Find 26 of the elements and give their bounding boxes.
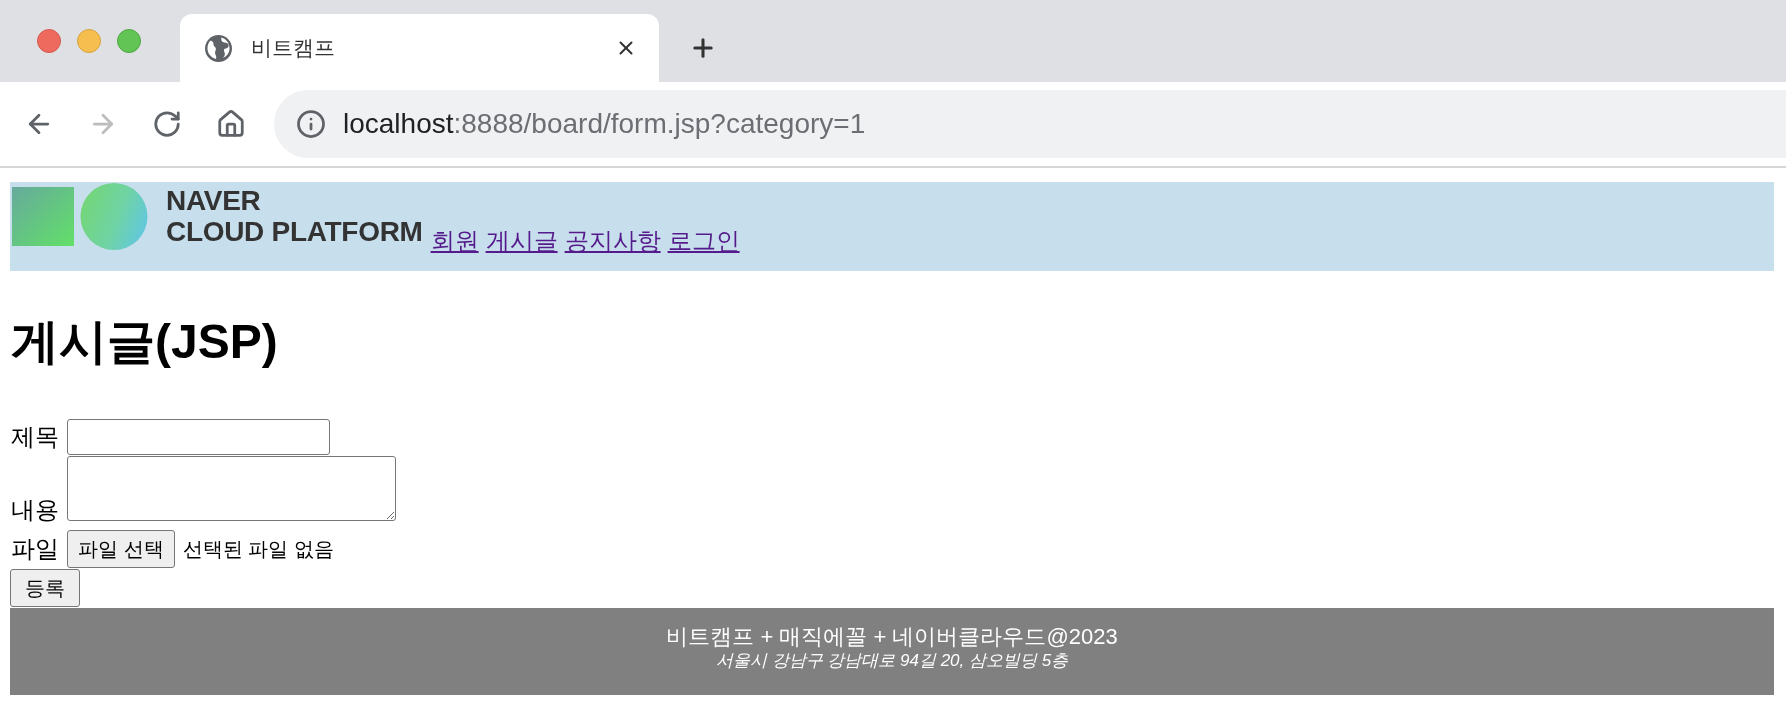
text-area[interactable] bbox=[67, 456, 396, 521]
nav-link[interactable]: 로그인 bbox=[667, 226, 740, 256]
reload-icon bbox=[152, 109, 182, 139]
page-heading: 게시글(JSP) bbox=[11, 314, 279, 370]
url-text: localhost:8888/board/form.jsp?category=1 bbox=[343, 107, 866, 141]
home-icon bbox=[216, 109, 246, 139]
nav-link[interactable]: 회원 bbox=[430, 226, 479, 256]
close-window-icon[interactable] bbox=[37, 29, 61, 53]
nav-link[interactable]: 게시글 bbox=[485, 226, 558, 256]
submit-button[interactable]: 등록 bbox=[10, 569, 80, 607]
logo-wordmark: NAVER bbox=[166, 185, 262, 216]
logo-icon bbox=[12, 183, 148, 250]
globe-icon bbox=[205, 34, 232, 62]
footer-address: 서울시 강남구 강남대로 94길 20, 삼오빌딩 5층 bbox=[715, 650, 1069, 672]
address-bar[interactable]: localhost:8888/board/form.jsp?category=1 bbox=[274, 90, 1786, 158]
logo-wordmark: CLOUD PLATFORM bbox=[166, 216, 423, 247]
file-choose-button[interactable]: 파일 선택 bbox=[67, 530, 175, 568]
file-status-text: 선택된 파일 없음 bbox=[182, 537, 334, 562]
field-label: 제목 bbox=[11, 422, 59, 452]
field-label: 내용 bbox=[11, 495, 59, 525]
footer-text: 비트캠프 + 매직에꼴 + 네이버클라우드@2023 bbox=[666, 624, 1118, 650]
nav-link[interactable]: 공지사항 bbox=[564, 226, 661, 256]
browser-tab[interactable]: 비트캠프 bbox=[180, 14, 659, 82]
text-input[interactable] bbox=[67, 419, 330, 455]
field-label: 파일 bbox=[11, 534, 59, 564]
info-icon[interactable] bbox=[296, 109, 326, 139]
